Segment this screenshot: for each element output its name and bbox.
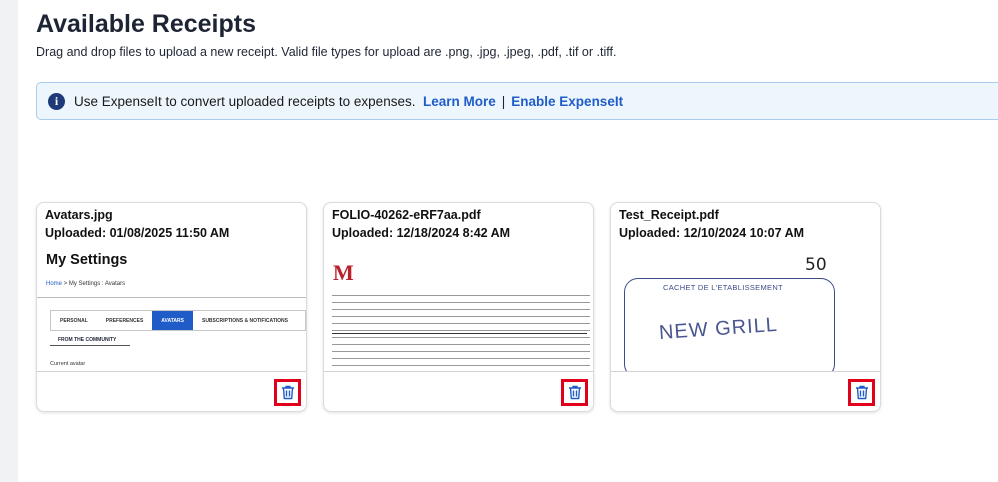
preview-tab: PERSONAL — [60, 317, 88, 324]
receipt-upload-date: Uploaded: 12/10/2024 10:07 AM — [619, 226, 805, 240]
expenseit-banner: i Use ExpenseIt to convert uploaded rece… — [36, 82, 998, 120]
preview-tab: PREFERENCES — [105, 317, 144, 324]
preview-heading: My Settings — [46, 252, 128, 268]
receipt-card-avatars[interactable]: Avatars.jpg Uploaded: 01/08/2025 11:50 A… — [36, 202, 307, 412]
receipt-file-name: FOLIO-40262-eRF7aa.pdf — [332, 208, 481, 222]
receipt-upload-date: Uploaded: 01/08/2025 11:50 AM — [45, 226, 230, 240]
preview-current-avatar: Current avatar — [50, 361, 86, 367]
trash-icon — [281, 385, 294, 400]
receipt-file-name: Avatars.jpg — [45, 208, 113, 222]
delete-receipt-button[interactable] — [848, 379, 875, 406]
preview-tabs: PERSONAL PREFERENCES AVATARS SUBSCRIPTIO… — [50, 310, 306, 331]
preview-divider — [37, 297, 306, 298]
receipt-card-folio[interactable]: FOLIO-40262-eRF7aa.pdf Uploaded: 12/18/2… — [323, 202, 594, 412]
receipt-number: 50 — [805, 255, 827, 275]
banner-separator: | — [501, 93, 506, 109]
info-icon: i — [48, 92, 65, 110]
page-subtitle: Drag and drop files to upload a new rece… — [36, 45, 617, 59]
receipt-upload-date: Uploaded: 12/18/2024 8:42 AM — [332, 226, 511, 240]
enable-expenseit-link[interactable]: Enable ExpenseIt — [511, 94, 623, 109]
receipt-preview[interactable]: M — [324, 248, 593, 372]
preview-tab-active: AVATARS — [152, 311, 193, 330]
hotel-logo-icon: M — [333, 260, 354, 285]
folio-table-lines — [332, 292, 590, 371]
delete-receipt-button[interactable] — [274, 379, 301, 406]
preview-section-label: FROM THE COMMUNITY — [58, 337, 117, 343]
preview-tab: SUBSCRIPTIONS & NOTIFICATIONS — [201, 317, 289, 324]
page-title: Available Receipts — [36, 10, 257, 38]
stamp-label: CACHET DE L'ETABLISSEMENT — [663, 283, 783, 292]
left-rail — [0, 0, 18, 482]
receipt-preview[interactable]: 50 CACHET DE L'ETABLISSEMENT NEW GRILL — [611, 248, 880, 372]
learn-more-link[interactable]: Learn More — [423, 94, 496, 109]
preview-underline — [50, 345, 130, 346]
banner-text: Use ExpenseIt to convert uploaded receip… — [74, 93, 416, 109]
receipt-card-test[interactable]: Test_Receipt.pdf Uploaded: 12/10/2024 10… — [610, 202, 881, 412]
folio-rule — [332, 333, 587, 334]
delete-receipt-button[interactable] — [561, 379, 588, 406]
trash-icon — [855, 385, 868, 400]
receipt-file-name: Test_Receipt.pdf — [619, 208, 719, 222]
receipt-preview[interactable]: My Settings Home > My Settings : Avatars… — [37, 248, 306, 372]
trash-icon — [568, 385, 581, 400]
preview-breadcrumb: Home > My Settings : Avatars — [46, 281, 126, 287]
